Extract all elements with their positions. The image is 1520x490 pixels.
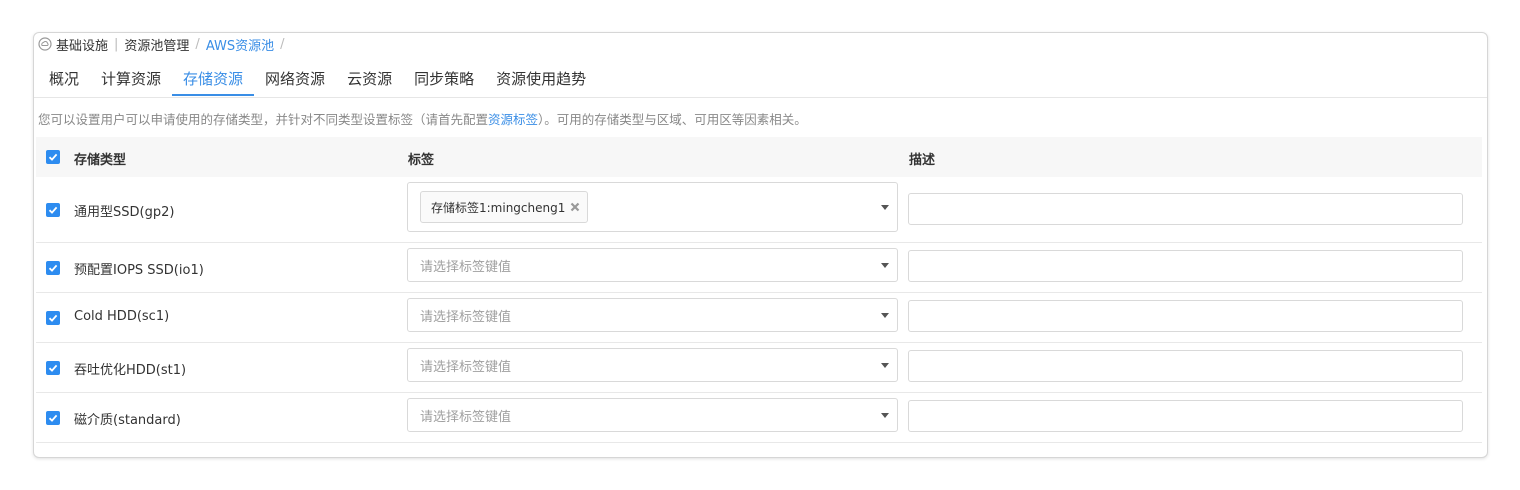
check-icon — [48, 153, 58, 161]
tag-select-placeholder: 请选择标签键值 — [420, 360, 512, 375]
storage-type-label: 磁介质(standard) — [74, 413, 181, 428]
row-checkbox[interactable] — [46, 261, 60, 275]
tag-select[interactable]: 请选择标签键值 — [407, 348, 898, 382]
check-icon — [48, 314, 58, 322]
check-icon — [48, 264, 58, 272]
select-all-checkbox[interactable] — [46, 150, 60, 164]
caret-down-icon — [881, 363, 889, 368]
tag-select-placeholder: 请选择标签键值 — [420, 260, 512, 275]
tag-select[interactable]: 存储标签1:mingcheng1 — [407, 182, 898, 232]
check-icon — [48, 414, 58, 422]
breadcrumb-current[interactable]: AWS资源池 — [206, 35, 274, 54]
resource-tag-link[interactable]: 资源标签 — [488, 112, 538, 127]
tab-usage-trend[interactable]: 资源使用趋势 — [485, 65, 597, 96]
check-icon — [48, 206, 58, 214]
breadcrumb-separator: / — [280, 36, 285, 52]
description-input[interactable] — [908, 400, 1463, 432]
tab-network[interactable]: 网络资源 — [254, 65, 336, 96]
table-row: 磁介质(standard) 请选择标签键值 — [36, 393, 1482, 443]
storage-type-label: 预配置IOPS SSD(io1) — [74, 263, 204, 278]
description-input[interactable] — [908, 193, 1463, 225]
row-checkbox[interactable] — [46, 411, 60, 425]
close-icon[interactable] — [569, 201, 581, 213]
header-tag: 标签 — [408, 153, 435, 168]
caret-down-icon — [881, 205, 889, 210]
storage-type-label: Cold HDD(sc1) — [74, 309, 170, 324]
caret-down-icon — [881, 313, 889, 318]
tab-sync-policy[interactable]: 同步策略 — [403, 65, 485, 96]
row-checkbox[interactable] — [46, 203, 60, 217]
tag-select-placeholder: 请选择标签键值 — [420, 410, 512, 425]
tab-overview[interactable]: 概况 — [38, 65, 90, 96]
cloud-icon — [38, 37, 52, 51]
tag-select-placeholder: 请选择标签键值 — [420, 310, 512, 325]
description-input[interactable] — [908, 350, 1463, 382]
intro-text-after: ）。可用的存储类型与区域、可用区等因素相关。 — [538, 112, 807, 127]
storage-type-label: 吞吐优化HDD(st1) — [74, 363, 187, 378]
table-row: 吞吐优化HDD(st1) 请选择标签键值 — [36, 343, 1482, 393]
breadcrumb-home[interactable]: 基础设施 — [56, 35, 108, 54]
tab-cloud-resources[interactable]: 云资源 — [336, 65, 403, 96]
description-input[interactable] — [908, 300, 1463, 332]
storage-panel: 基础设施 | 资源池管理 / AWS资源池 / 概况 计算资源 存储资源 网络资… — [33, 32, 1488, 458]
tag-chip: 存储标签1:mingcheng1 — [420, 191, 589, 223]
tab-compute[interactable]: 计算资源 — [90, 65, 172, 96]
storage-type-label: 通用型SSD(gp2) — [74, 205, 175, 220]
table-row: 预配置IOPS SSD(io1) 请选择标签键值 — [36, 243, 1482, 293]
header-description: 描述 — [909, 153, 936, 168]
breadcrumb-resource-pool-mgmt[interactable]: 资源池管理 — [124, 35, 189, 54]
tab-bar: 概况 计算资源 存储资源 网络资源 云资源 同步策略 资源使用趋势 — [38, 65, 597, 97]
tag-select[interactable]: 请选择标签键值 — [407, 298, 898, 332]
tabs-divider — [34, 97, 1487, 98]
caret-down-icon — [881, 413, 889, 418]
caret-down-icon — [881, 263, 889, 268]
breadcrumb-separator: | — [114, 36, 119, 52]
description-input[interactable] — [908, 250, 1463, 282]
table-header: 存储类型 标签 描述 — [36, 137, 1482, 177]
row-checkbox[interactable] — [46, 361, 60, 375]
header-storage-type: 存储类型 — [74, 153, 127, 168]
row-checkbox[interactable] — [46, 311, 60, 325]
intro-text-before: 您可以设置用户可以申请使用的存储类型，并针对不同类型设置标签（请首先配置 — [38, 112, 489, 127]
table-row: Cold HDD(sc1) 请选择标签键值 — [36, 293, 1482, 343]
table-row: 通用型SSD(gp2) 存储标签1:mingcheng1 — [36, 177, 1482, 243]
intro-text: 您可以设置用户可以申请使用的存储类型，并针对不同类型设置标签（请首先配置资源标签… — [38, 109, 807, 128]
tag-chip-label: 存储标签1:mingcheng1 — [431, 200, 566, 215]
tag-select[interactable]: 请选择标签键值 — [407, 248, 898, 282]
tab-storage[interactable]: 存储资源 — [172, 65, 255, 96]
check-icon — [48, 364, 58, 372]
breadcrumb: 基础设施 | 资源池管理 / AWS资源池 / — [38, 35, 291, 54]
tag-select[interactable]: 请选择标签键值 — [407, 398, 898, 432]
breadcrumb-separator: / — [195, 36, 200, 52]
